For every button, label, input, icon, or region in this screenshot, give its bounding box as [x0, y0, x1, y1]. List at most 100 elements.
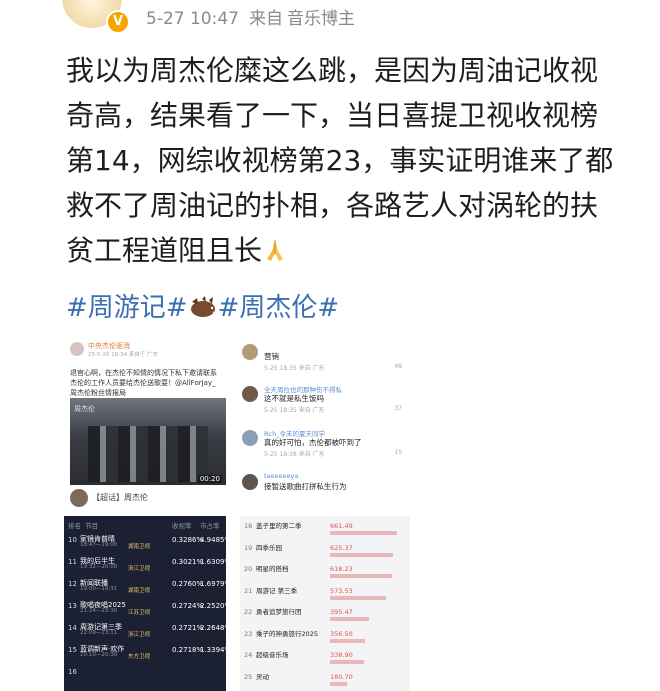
screenshot-comments[interactable]: 营销 5-25 18:35 来自 广东 48 全天周拉也的那种伤不得私 这不就是…: [240, 340, 410, 512]
show-value: 356.50: [330, 629, 353, 638]
hashtag-zhoujielun[interactable]: #周杰伦#: [218, 293, 340, 323]
avatar: [242, 474, 258, 490]
rank: 14: [68, 624, 77, 632]
show-value: 573.53: [330, 586, 353, 595]
program-time: 22:09—23:11: [80, 630, 118, 636]
hashtag-row: #周游记# #周杰伦#: [66, 287, 339, 324]
video-thumbnail[interactable]: 周杰伦 00:20: [70, 398, 226, 485]
rank: 25: [244, 672, 253, 681]
ranking-row: 20 明星的搭档 618.23: [240, 561, 410, 582]
ranking-row: 18 盖子里的第二季 661.49: [240, 518, 410, 539]
program-time: 19:00—19:31: [80, 586, 118, 592]
table-row: 11 我的后半生 19:32—20:00 浙江卫视 0.3021% 1.6309%: [64, 556, 231, 572]
ranking-row: 22 勇者追梦旅行团 395.47: [240, 604, 410, 625]
comment-time: 5-25 18:38 来自 广东: [264, 451, 325, 458]
channel: 江苏卫视: [128, 610, 151, 616]
avatar: [242, 344, 258, 360]
post-header: V 5-27 10:47 来自 音乐博主: [0, 0, 660, 40]
post-line: 奇高，结果看了一下，当日喜提卫视收视榜: [66, 99, 599, 132]
rating: 0.2760%: [172, 580, 204, 588]
comment-text: 这不就是私生饭吗: [264, 394, 324, 403]
table-row: 10 家镜肯普晴 18:47—19:00 湖南卫视 0.3286% 4.9485%: [64, 534, 231, 550]
comment-time: 5-25 18:35 来自 广东: [264, 365, 325, 372]
ranking-row: 25 灵动 180.70: [240, 669, 410, 690]
rank: 15: [68, 646, 77, 654]
table-row: 15 蓝调新声·欢作 20:10—20:30 东方卫视 0.2718% 1.3394%: [64, 644, 231, 660]
post-text: 退官心啊，在杰伦不知情的情况下私下邀请联系杰伦的工作人员要给杰伦送歌耍！@All…: [70, 369, 217, 397]
rank: 24: [244, 651, 253, 659]
post-line: 救不了周油记的扑相，各路艺人对涡轮的扶: [66, 189, 599, 222]
table-row: 16: [64, 666, 226, 682]
table-row: 14 周游记第三季 22:09—23:11 浙江卫视 0.2721% 2.2648%: [64, 622, 231, 638]
channel: 东方卫视: [128, 654, 151, 660]
screenshot-web-variety-ranking[interactable]: 18 盖子里的第二季 661.49 19 四季乐园 625.37 20 明星的搭档 618.23…: [240, 516, 410, 691]
comment-item: 全天周拉也的那种伤不得私 这不就是私生饭吗 5-25 18:35 来自 广东 3…: [242, 384, 408, 424]
rank: 13: [68, 602, 77, 610]
post-meta: 5-27 10:47 来自 音乐博主: [146, 4, 365, 29]
col-header: 排名: [68, 522, 81, 530]
post-via: 来自: [248, 9, 283, 29]
program-time: 18:47—19:00: [80, 542, 118, 548]
verified-badge-icon: V: [106, 10, 130, 34]
post-source[interactable]: 音乐博主: [287, 9, 355, 29]
show-title: 四季乐园: [256, 543, 282, 552]
rank: 20: [244, 565, 253, 573]
program-time: 20:10—20:30: [80, 652, 118, 658]
comment-author: taeeeeeya: [264, 472, 299, 480]
col-header: 收视率: [172, 522, 192, 530]
rank: 16: [68, 668, 77, 676]
col-header: 市占率: [200, 522, 220, 530]
ranking-row: 23 乘子的神勇旅行2025 356.50: [240, 626, 410, 647]
show-title: 超级音乐场: [256, 651, 289, 659]
value-bar: [330, 638, 365, 643]
show-title: 周游记 第三季: [256, 586, 298, 595]
post-line: 我以为周杰伦糜这么跳，是因为周油记收视: [66, 54, 599, 87]
avatar: [242, 430, 258, 446]
share: 2.2520%: [200, 602, 232, 610]
program-time: 19:32—20:00: [80, 564, 118, 570]
supertopic-label[interactable]: 【超话】周杰伦: [92, 492, 148, 503]
rating: 0.3021%: [172, 558, 204, 566]
program-time: 21:24—23:30: [80, 608, 118, 614]
share: 4.9485%: [200, 536, 232, 544]
rating: 0.3286%: [172, 536, 204, 544]
show-value: 625.37: [330, 543, 353, 552]
channel: 浙江卫视: [128, 566, 151, 572]
comment-item: Rch_令末的夏天同学 真的好可怕，杰伦都被吓到了 5-25 18:38 来自 …: [242, 428, 408, 468]
channel: 湖南卫视: [128, 588, 151, 594]
rank: 21: [244, 586, 253, 595]
screenshot-tv-ratings[interactable]: 排名 节目 收视率 市占率 10 家镜肯普晴 18:47—19:00 湖南卫视 0.32…: [64, 516, 231, 691]
share: 1.6309%: [200, 558, 232, 566]
avatar: [70, 489, 88, 507]
show-title: 勇者追梦旅行团: [256, 608, 302, 616]
show-value: 661.49: [330, 522, 353, 530]
show-value: 338.90: [330, 651, 353, 659]
table-row: 13 歌唱夜唱2025 21:24—23:30 江苏卫视 0.2724% 2.2520%: [64, 600, 231, 616]
comment-item: taeeeeeya 接暂送歌曲打拼私生行为: [242, 472, 408, 512]
show-value: 618.23: [330, 565, 353, 573]
rank: 12: [68, 580, 77, 588]
hashtag-zhouyouji[interactable]: #周游记#: [66, 293, 188, 323]
screenshot-weibo-post[interactable]: 中央杰伦驱消 25-5-26 18:34 来自于 广东 退官心啊，在杰伦不知情的…: [64, 340, 226, 512]
boar-icon: [190, 296, 216, 317]
avatar: [70, 342, 84, 356]
value-bar: [330, 574, 392, 578]
folded-hands-emoji: [267, 240, 284, 261]
post-line-text: 贫工程道阻且长: [66, 234, 263, 267]
rank: 18: [244, 522, 253, 530]
channel: 湖南卫视: [128, 544, 151, 550]
show-title: 盖子里的第二季: [256, 522, 302, 530]
show-value: 395.47: [330, 608, 353, 616]
comment-item: 营销 5-25 18:35 来自 广东 48: [242, 342, 408, 382]
value-bar: [330, 552, 393, 557]
ranking-row: 24 超级音乐场 338.90: [240, 647, 410, 668]
col-header: 节目: [85, 522, 99, 530]
channel: 浙江卫视: [128, 632, 151, 638]
show-title: 明星的搭档: [256, 565, 289, 573]
post-timestamp: 5-27 10:47: [146, 9, 239, 29]
value-bar: [330, 660, 364, 664]
comment-text: 真的好可怕，杰伦都被吓到了: [264, 438, 362, 447]
rank: 23: [244, 629, 253, 638]
value-bar: [330, 595, 386, 600]
comment-text: 接暂送歌曲打拼私生行为: [264, 482, 347, 491]
